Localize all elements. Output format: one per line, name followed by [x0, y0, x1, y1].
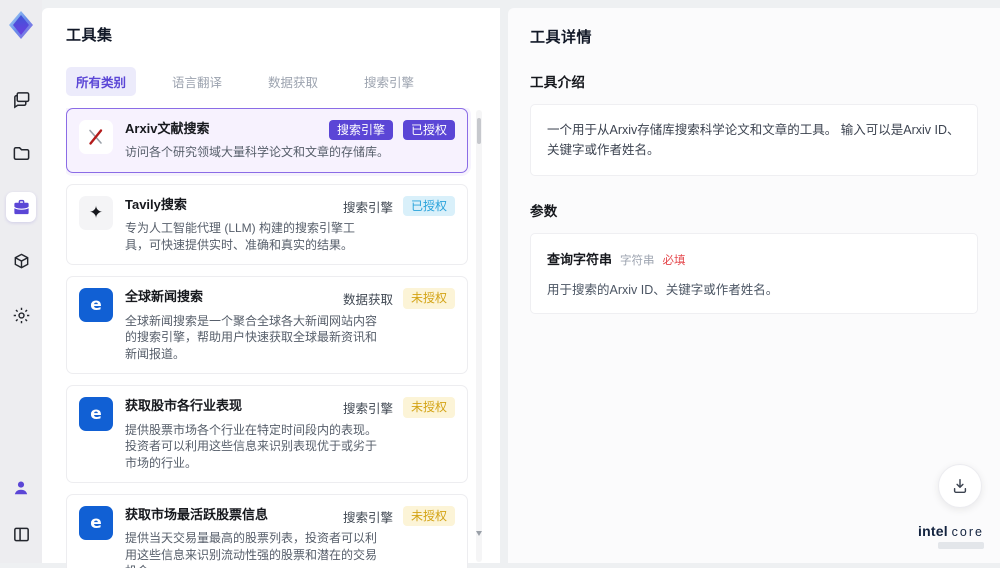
scrollbar-thumb[interactable] — [477, 118, 481, 144]
stock-logo-icon: e — [79, 397, 113, 431]
chat-icon — [12, 90, 31, 109]
tab-language-translation[interactable]: 语言翻译 — [162, 67, 232, 96]
category-label: 搜索引擎 — [343, 398, 393, 417]
folder-icon — [12, 144, 31, 163]
status-badge: 未授权 — [403, 506, 455, 526]
param-required-flag: 必填 — [663, 252, 686, 268]
intel-core-sublogo — [938, 542, 984, 549]
tool-list-panel: 工具集 所有类别 语言翻译 数据获取 搜索引擎 Arxiv文献搜索 搜索引擎 已… — [42, 8, 500, 563]
sidebar-item-packages[interactable] — [6, 246, 36, 276]
tool-name: 获取股市各行业表现 — [125, 397, 242, 414]
tool-description: 专为人工智能代理 (LLM) 构建的搜索引擎工具，可快速提供实时、准确和真实的结… — [125, 220, 377, 253]
status-badge: 已授权 — [403, 120, 455, 140]
tool-name: Tavily搜索 — [125, 196, 187, 213]
tool-name: Arxiv文献搜索 — [125, 120, 210, 137]
params-section-header: 参数 — [530, 200, 978, 220]
tool-card-global-news[interactable]: e 全球新闻搜索 数据获取 未授权 全球新闻搜索是一个聚合全球各大新闻网站内容的… — [66, 276, 468, 374]
param-description: 用于搜索的Arxiv ID、关键字或作者姓名。 — [547, 279, 961, 298]
tool-detail-panel: 工具详情 工具介绍 一个用于从Arxiv存储库搜索科学论文和文章的工具。 输入可… — [508, 8, 1000, 563]
intel-brand-text: intel — [918, 523, 948, 539]
page-title: 工具集 — [66, 24, 482, 45]
stock-logo-icon: e — [79, 506, 113, 540]
tool-card-sector-performance[interactable]: e 获取股市各行业表现 搜索引擎 未授权 提供股票市场各个行业在特定时间段内的表… — [66, 385, 468, 483]
detail-title: 工具详情 — [530, 26, 978, 47]
intel-core-logo: intel core — [918, 523, 984, 549]
param-name: 查询字符串 — [547, 249, 612, 268]
tool-description: 访问各个研究领域大量科学论文和文章的存储库。 — [125, 144, 455, 161]
sidebar-item-tools[interactable] — [6, 192, 36, 222]
sidebar-item-account[interactable] — [6, 473, 36, 503]
tool-list: Arxiv文献搜索 搜索引擎 已授权 访问各个研究领域大量科学论文和文章的存储库… — [66, 108, 482, 568]
icon-rail — [0, 0, 42, 563]
tool-name: 全球新闻搜索 — [125, 288, 203, 305]
briefcase-icon — [12, 198, 31, 217]
category-tabs: 所有类别 语言翻译 数据获取 搜索引擎 — [66, 67, 482, 96]
category-label: 搜索引擎 — [343, 197, 393, 216]
param-type: 字符串 — [620, 252, 655, 268]
arxiv-logo-icon — [79, 120, 113, 154]
category-label: 数据获取 — [343, 289, 393, 308]
download-button[interactable] — [938, 464, 982, 508]
status-badge: 未授权 — [403, 397, 455, 417]
intro-text: 一个用于从Arxiv存储库搜索科学论文和文章的工具。 输入可以是Arxiv ID… — [547, 120, 961, 160]
sidebar-item-chat[interactable] — [6, 84, 36, 114]
intro-section-header: 工具介绍 — [530, 71, 978, 91]
tab-search-engine[interactable]: 搜索引擎 — [354, 67, 424, 96]
tool-description: 全球新闻搜索是一个聚合全球各大新闻网站内容的搜索引擎，帮助用户快速获取全球最新资… — [125, 313, 377, 363]
tab-data-fetch[interactable]: 数据获取 — [258, 67, 328, 96]
tool-card-arxiv[interactable]: Arxiv文献搜索 搜索引擎 已授权 访问各个研究领域大量科学论文和文章的存储库… — [66, 108, 468, 173]
scroll-down-arrow-icon[interactable] — [476, 531, 482, 536]
user-icon — [12, 479, 30, 497]
scrollbar[interactable] — [476, 110, 482, 562]
gear-icon — [12, 306, 31, 325]
app-logo-gem-icon[interactable] — [4, 8, 38, 42]
category-badge: 搜索引擎 — [329, 120, 393, 140]
tool-description: 提供股票市场各个行业在特定时间段内的表现。投资者可以利用这些信息来识别表现优于或… — [125, 422, 377, 472]
sparkle-icon: ✦ — [79, 196, 113, 230]
sidebar-item-files[interactable] — [6, 138, 36, 168]
sidebar-item-collapse[interactable] — [6, 519, 36, 549]
core-brand-text: core — [952, 525, 984, 539]
news-search-logo-icon: e — [79, 288, 113, 322]
tool-card-active-stocks[interactable]: e 获取市场最活跃股票信息 搜索引擎 未授权 提供当天交易量最高的股票列表，投资… — [66, 494, 468, 568]
status-badge: 未授权 — [403, 288, 455, 308]
tool-description: 提供当天交易量最高的股票列表，投资者可以利用这些信息来识别流动性强的股票和潜在的… — [125, 530, 377, 568]
intro-box: 一个用于从Arxiv存储库搜索科学论文和文章的工具。 输入可以是Arxiv ID… — [530, 104, 978, 176]
tab-all-categories[interactable]: 所有类别 — [66, 67, 136, 96]
tool-name: 获取市场最活跃股票信息 — [125, 506, 268, 523]
panel-layout-icon — [12, 525, 31, 544]
category-label: 搜索引擎 — [343, 507, 393, 526]
param-box: 查询字符串 字符串 必填 用于搜索的Arxiv ID、关键字或作者姓名。 — [530, 233, 978, 314]
tool-card-tavily[interactable]: ✦ Tavily搜索 搜索引擎 已授权 专为人工智能代理 (LLM) 构建的搜索… — [66, 184, 468, 265]
status-badge: 已授权 — [403, 196, 455, 216]
sidebar-item-settings[interactable] — [6, 300, 36, 330]
cube-icon — [12, 252, 31, 271]
download-icon — [951, 477, 969, 495]
